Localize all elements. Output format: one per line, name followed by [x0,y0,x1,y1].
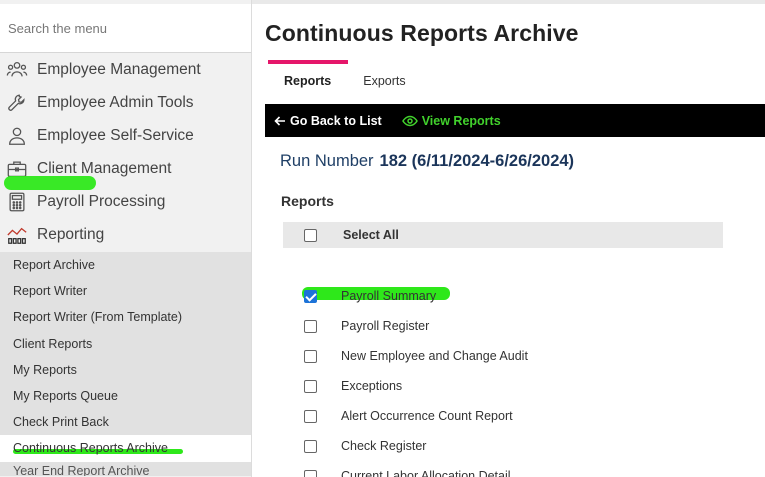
report-checkbox[interactable] [304,409,317,423]
sidebar-item-label: Employee Management [37,60,201,78]
report-checkbox[interactable] [304,289,317,303]
search-input[interactable] [0,4,251,52]
submenu-item-label: Report Writer [13,284,88,299]
go-back-button[interactable]: Go Back to List [274,114,382,128]
report-checkbox[interactable] [304,439,317,453]
sidebar-item-label: Client Management [37,159,172,177]
view-reports-label: View Reports [421,113,501,128]
annotation-highlight [4,176,96,190]
select-all-checkbox[interactable] [304,228,317,242]
sidebar-item-label: Employee Admin Tools [37,93,194,111]
submenu-item-label: Check Print Back [13,415,109,430]
page-title: Continuous Reports Archive [265,20,579,46]
tab-bar: Reports Exports [268,60,422,96]
sidebar-nav: Employee Management Employee Admin Tools… [0,53,251,251]
run-number-label: Run Number [280,152,374,170]
submenu-item-label: My Reports [13,362,77,377]
view-reports-button[interactable]: View Reports [401,113,501,128]
report-row: Payroll Summary [302,281,724,311]
run-number-value: 182 (6/11/2024-6/26/2024) [379,152,575,170]
tab-exports[interactable]: Exports [347,60,421,96]
report-checkbox[interactable] [304,319,317,333]
chart-icon [6,224,28,246]
report-label: Payroll Register [341,319,430,333]
sidebar-item-label: Payroll Processing [37,192,166,210]
report-row: Payroll Register [304,311,724,341]
report-label: Alert Occurrence Count Report [341,409,513,423]
wrench-icon [6,92,28,114]
submenu-item-my-reports-queue[interactable]: My Reports Queue [0,383,251,409]
submenu-item-report-writer[interactable]: Report Writer [0,278,251,304]
submenu-item-label: Client Reports [13,336,93,351]
report-row: Check Register [304,431,724,461]
sidebar-item-label: Employee Self-Service [37,126,194,144]
submenu-item-report-archive[interactable]: Report Archive [0,252,251,278]
submenu-item-label: Continuous Reports Archive [13,441,168,456]
menu-search [0,4,251,53]
report-label: Exceptions [341,379,403,393]
action-toolbar: Go Back to List View Reports [265,104,765,137]
report-list: Payroll Summary Payroll Register New Emp… [302,281,724,477]
report-label: Check Register [341,439,427,453]
report-label: New Employee and Change Audit [341,349,528,363]
submenu-item-year-end-report-archive[interactable]: Year End Report Archive [0,462,251,476]
select-all-row: Select All [283,222,723,248]
submenu-item-my-reports[interactable]: My Reports [0,357,251,383]
submenu-item-check-print-back[interactable]: Check Print Back [0,409,251,435]
report-checkbox[interactable] [304,349,317,363]
report-row: New Employee and Change Audit [304,341,724,371]
submenu-item-client-reports[interactable]: Client Reports [0,331,251,357]
report-row: Current Labor Allocation Detail [304,461,724,477]
calculator-icon [6,191,28,213]
sidebar: Employee Management Employee Admin Tools… [0,0,252,477]
report-label: Payroll Summary [341,289,437,303]
main-content: Continuous Reports Archive Reports Expor… [252,4,765,477]
run-number: Run Number 182 (6/11/2024-6/26/2024) [280,152,574,171]
report-checkbox[interactable] [304,379,317,393]
eye-icon [401,115,418,127]
sidebar-item-employee-self-service[interactable]: Employee Self-Service [0,119,251,152]
submenu-item-report-writer-template[interactable]: Report Writer (From Template) [0,304,251,330]
sidebar-item-employee-admin-tools[interactable]: Employee Admin Tools [0,86,251,119]
submenu-item-label: Report Writer (From Template) [13,310,183,325]
person-icon [6,125,28,147]
select-all-label: Select All [343,228,399,242]
submenu-item-label: Year End Report Archive [13,463,150,476]
submenu-item-continuous-reports-archive[interactable]: Continuous Reports Archive [0,435,251,462]
people-icon [6,59,28,81]
sidebar-item-reporting[interactable]: Reporting [0,218,251,251]
tab-reports[interactable]: Reports [268,60,349,96]
sidebar-item-label: Reporting [37,225,105,243]
reports-heading: Reports [281,193,334,209]
go-back-label: Go Back to List [290,113,382,128]
report-row: Exceptions [304,371,724,401]
report-row: Alert Occurrence Count Report [304,401,724,431]
submenu-item-label: My Reports Queue [13,389,118,404]
arrow-left-icon [274,115,286,127]
submenu-item-label: Report Archive [13,258,95,273]
report-label: Current Labor Allocation Detail [341,469,511,477]
sidebar-item-employee-management[interactable]: Employee Management [0,53,251,86]
report-checkbox[interactable] [304,469,317,477]
reporting-submenu: Report Archive Report Writer Report Writ… [0,252,251,476]
